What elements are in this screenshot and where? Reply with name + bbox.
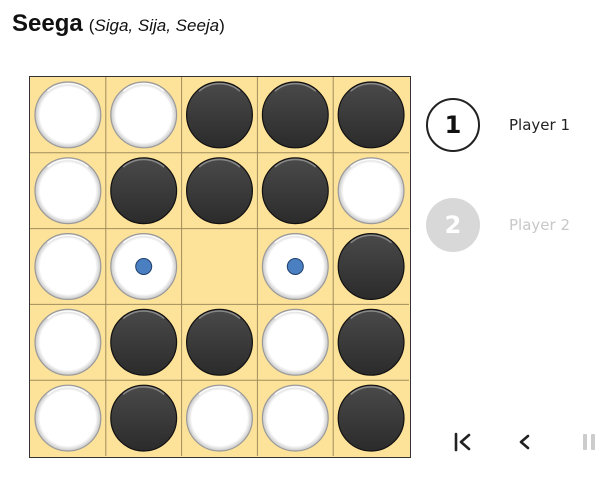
black-piece[interactable] bbox=[261, 81, 329, 149]
black-piece[interactable] bbox=[261, 157, 329, 225]
cell-r4-c5[interactable] bbox=[333, 304, 409, 380]
white-piece[interactable] bbox=[261, 384, 329, 452]
pause-button[interactable] bbox=[573, 426, 603, 458]
cell-r4-c2[interactable] bbox=[106, 304, 182, 380]
black-piece[interactable] bbox=[110, 384, 178, 452]
white-piece[interactable] bbox=[337, 157, 405, 225]
cell-r1-c1[interactable] bbox=[30, 77, 106, 153]
white-piece[interactable] bbox=[34, 157, 102, 225]
cell-r1-c5[interactable] bbox=[333, 77, 409, 153]
cell-r2-c2[interactable] bbox=[106, 153, 182, 229]
cell-r4-c1[interactable] bbox=[30, 304, 106, 380]
white-piece[interactable] bbox=[261, 308, 329, 376]
pause-icon bbox=[583, 434, 595, 450]
board-svg bbox=[30, 77, 409, 456]
player-2-indicator: 2 Player 2 bbox=[426, 198, 570, 252]
game-board[interactable] bbox=[29, 76, 411, 458]
header: Seega (Siga, Sija, Seeja) bbox=[12, 10, 225, 38]
game-title: Seega bbox=[12, 10, 83, 37]
white-piece[interactable] bbox=[34, 233, 102, 301]
chevron-left-icon bbox=[519, 434, 530, 450]
black-piece[interactable] bbox=[186, 81, 254, 149]
player-1-indicator: 1 Player 1 bbox=[426, 98, 570, 152]
move-marker-dot bbox=[286, 258, 304, 275]
cell-r3-c5[interactable] bbox=[333, 229, 409, 305]
game-alternate-names: (Siga, Sija, Seeja) bbox=[89, 16, 225, 35]
cell-r2-c3[interactable] bbox=[182, 153, 258, 229]
cell-r3-c4[interactable] bbox=[257, 229, 333, 305]
cell-r5-c2[interactable] bbox=[106, 380, 182, 456]
cell-r1-c2[interactable] bbox=[106, 77, 182, 153]
cell-r5-c3[interactable] bbox=[182, 380, 258, 456]
cell-r1-c4[interactable] bbox=[257, 77, 333, 153]
cell-r4-c3[interactable] bbox=[182, 304, 258, 380]
cell-r3-c3[interactable] bbox=[182, 229, 258, 305]
white-piece[interactable] bbox=[34, 308, 102, 376]
cell-r5-c4[interactable] bbox=[257, 380, 333, 456]
cell-r2-c5[interactable] bbox=[333, 153, 409, 229]
cell-r2-c4[interactable] bbox=[257, 153, 333, 229]
player-1-badge: 1 bbox=[426, 98, 480, 152]
black-piece[interactable] bbox=[337, 233, 405, 301]
cell-r3-c1[interactable] bbox=[30, 229, 106, 305]
cell-r4-c4[interactable] bbox=[257, 304, 333, 380]
black-piece[interactable] bbox=[186, 157, 254, 225]
black-piece[interactable] bbox=[110, 308, 178, 376]
black-piece[interactable] bbox=[337, 308, 405, 376]
previous-move-button[interactable] bbox=[508, 426, 540, 458]
white-piece[interactable] bbox=[34, 81, 102, 149]
cell-r3-c2[interactable] bbox=[106, 229, 182, 305]
white-piece[interactable] bbox=[110, 81, 178, 149]
white-piece[interactable] bbox=[186, 384, 254, 452]
subtitle-close-paren: ) bbox=[219, 16, 225, 35]
player-1-name: Player 1 bbox=[509, 116, 570, 134]
alternate-names-text: Siga, Sija, Seeja bbox=[94, 16, 220, 35]
black-piece[interactable] bbox=[337, 384, 405, 452]
black-piece[interactable] bbox=[337, 81, 405, 149]
cell-r2-c1[interactable] bbox=[30, 153, 106, 229]
player-2-badge: 2 bbox=[426, 198, 480, 252]
black-piece[interactable] bbox=[186, 308, 254, 376]
cell-r1-c3[interactable] bbox=[182, 77, 258, 153]
player-2-name: Player 2 bbox=[509, 216, 570, 234]
cell-r5-c1[interactable] bbox=[30, 380, 106, 456]
cell-r5-c5[interactable] bbox=[333, 380, 409, 456]
skip-to-start-icon bbox=[454, 432, 471, 452]
first-move-button[interactable] bbox=[447, 426, 479, 458]
move-marker-dot bbox=[135, 258, 153, 275]
white-piece[interactable] bbox=[34, 384, 102, 452]
black-piece[interactable] bbox=[110, 157, 178, 225]
